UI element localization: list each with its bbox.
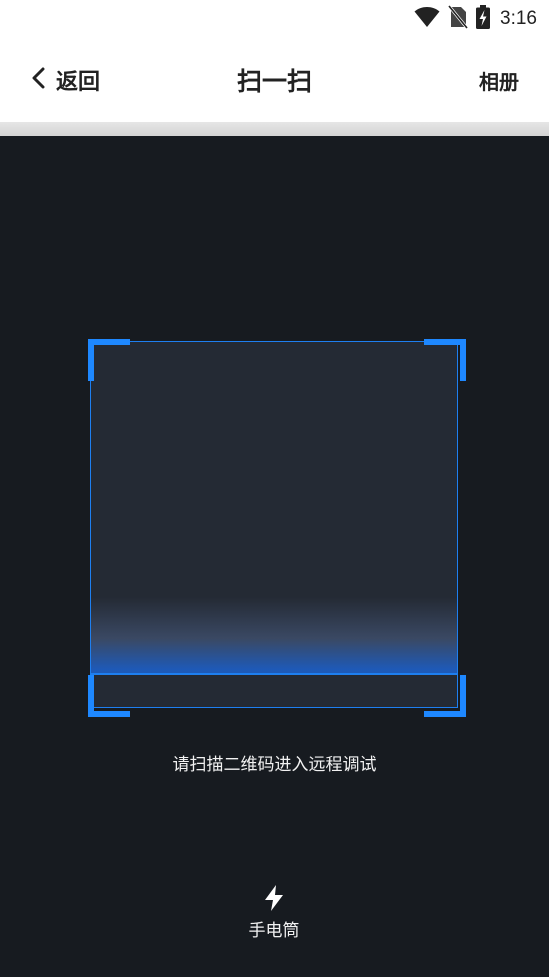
scan-corner-bottom-right xyxy=(424,675,466,717)
scan-frame xyxy=(90,341,458,708)
status-time: 3:16 xyxy=(500,8,537,29)
battery-charging-icon xyxy=(476,5,491,33)
header-divider xyxy=(0,122,549,136)
wifi-icon xyxy=(414,6,440,32)
flashlight-button[interactable]: 手电筒 xyxy=(224,884,324,941)
no-sim-icon xyxy=(447,5,469,33)
scan-corner-bottom-left xyxy=(88,675,130,717)
scan-screen: 3:16 返回 扫一扫 相册 请扫描二维码进入远程调试 手电筒 xyxy=(0,0,549,977)
album-button[interactable]: 相册 xyxy=(479,66,519,95)
app-header: 返回 扫一扫 相册 xyxy=(0,38,549,122)
scan-hint: 请扫描二维码进入远程调试 xyxy=(172,755,377,775)
status-bar: 3:16 xyxy=(0,0,549,38)
scan-corner-top-right xyxy=(424,339,466,381)
scan-corner-top-left xyxy=(88,339,130,381)
flash-icon xyxy=(261,884,287,912)
flashlight-label: 手电筒 xyxy=(248,921,300,941)
status-icons: 3:16 xyxy=(414,5,537,33)
page-title: 扫一扫 xyxy=(236,67,312,96)
scan-line xyxy=(91,597,457,675)
